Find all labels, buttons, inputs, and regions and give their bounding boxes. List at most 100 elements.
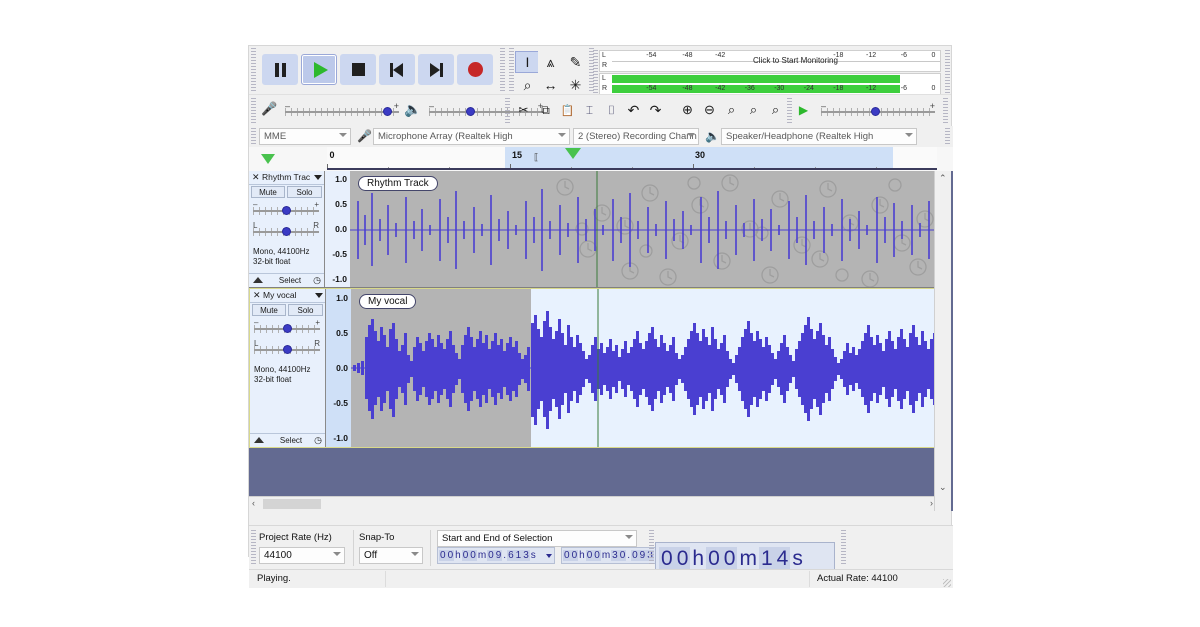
chevron-down-icon	[411, 552, 419, 556]
mute-button[interactable]: Mute	[252, 304, 286, 316]
toolbar-grip[interactable]	[943, 98, 948, 123]
toolbar-grip[interactable]	[251, 128, 256, 144]
toolbar-grip[interactable]	[841, 530, 846, 566]
toolbar-grip[interactable]	[945, 128, 950, 144]
draw-tool-button[interactable]: ✎	[563, 51, 588, 73]
pause-button[interactable]	[262, 54, 298, 85]
collapse-track-icon[interactable]	[254, 437, 264, 443]
scroll-down-icon[interactable]: ⌄	[939, 482, 947, 493]
select-track-button[interactable]: Select	[270, 434, 312, 446]
horizontal-scrollbar[interactable]: ‹ ›	[249, 496, 937, 511]
zoom-in-button[interactable]: ⊕	[677, 100, 698, 120]
zoom-out-button[interactable]: ⊖	[699, 100, 720, 120]
toolbar-grip[interactable]	[251, 98, 256, 123]
redo-button[interactable]: ↷	[645, 100, 666, 120]
slider-thumb[interactable]	[383, 107, 392, 116]
scroll-up-icon[interactable]: ⌃	[939, 173, 947, 184]
project-rate-combo[interactable]: 44100	[259, 547, 345, 564]
audio-host-combo[interactable]: MME	[259, 128, 351, 145]
mute-button[interactable]: Mute	[251, 186, 285, 198]
toolbar-grip[interactable]	[505, 98, 510, 123]
slider-thumb[interactable]	[283, 345, 292, 354]
timeshift-tool-button[interactable]: ↔	[538, 74, 563, 96]
close-track-icon[interactable]: ✕	[252, 172, 260, 183]
record-button[interactable]	[457, 54, 493, 85]
track-menu-chevron-down-icon[interactable]	[314, 175, 322, 180]
track-control-panel[interactable]: ✕ My vocal Mute Solo – + L R Mono, 44100…	[250, 289, 326, 447]
track-pan-slider[interactable]: L R	[254, 339, 320, 358]
toolbar-grip[interactable]	[251, 530, 256, 566]
recording-device-combo[interactable]: Microphone Array (Realtek High	[373, 128, 570, 145]
recording-channels-combo[interactable]: 2 (Stereo) Recording Chann	[573, 128, 699, 145]
undo-button[interactable]: ↶	[623, 100, 644, 120]
copy-button[interactable]: ⧉	[535, 100, 556, 120]
slider-thumb[interactable]	[282, 206, 291, 215]
resize-grip[interactable]	[943, 579, 951, 587]
zoom-tool-button[interactable]: ⌕	[515, 74, 540, 96]
cut-button[interactable]: ✂	[513, 100, 534, 120]
play-button[interactable]	[301, 54, 337, 85]
horizontal-scrollbar-thumb[interactable]	[263, 499, 321, 509]
collapse-track-icon[interactable]	[253, 277, 263, 283]
slider-thumb[interactable]	[466, 107, 475, 116]
track-gain-slider[interactable]: – +	[253, 200, 319, 219]
track-pan-slider[interactable]: L R	[253, 221, 319, 240]
fit-project-button[interactable]: ⌕	[743, 100, 764, 120]
fit-selection-button[interactable]: ⌕	[721, 100, 742, 120]
trim-audio-button[interactable]: ⌶	[579, 100, 600, 120]
playback-device-combo[interactable]: Speaker/Headphone (Realtek High	[721, 128, 917, 145]
clip-title-rhythm-track[interactable]: Rhythm Track	[358, 176, 438, 191]
track-waveform[interactable]: My vocal	[351, 289, 936, 447]
snap-to-combo[interactable]: Off	[359, 547, 423, 564]
skip-to-start-button[interactable]	[379, 54, 415, 85]
recording-meter[interactable]: LR -54 -48 -42 Click to Start Monitoring…	[599, 50, 941, 72]
slider-thumb[interactable]	[282, 227, 291, 236]
selection-mode-combo[interactable]: Start and End of Selection	[437, 530, 637, 547]
skip-to-end-button[interactable]	[418, 54, 454, 85]
toolbar-grip[interactable]	[509, 48, 514, 91]
envelope-tool-button[interactable]: ⩓	[538, 51, 563, 73]
track-gain-slider[interactable]: – +	[254, 318, 320, 337]
track-waveform[interactable]: Rhythm Track	[350, 171, 937, 287]
stop-button[interactable]	[340, 54, 376, 85]
toolbar-grip[interactable]	[593, 50, 598, 93]
close-track-icon[interactable]: ✕	[253, 290, 261, 301]
play-speed-slider[interactable]: – +	[821, 101, 935, 120]
solo-button[interactable]: Solo	[287, 186, 322, 198]
track-title-bar[interactable]: ✕ Rhythm Trac	[249, 171, 324, 185]
timeline-ruler[interactable]: 0 15 30 ⟦	[327, 147, 937, 170]
toolbar-grip[interactable]	[945, 50, 950, 93]
sync-lock-clock-icon[interactable]: ◷	[314, 435, 322, 446]
toolbar-grip[interactable]	[649, 530, 654, 566]
solo-button[interactable]: Solo	[288, 304, 323, 316]
select-track-button[interactable]: Select	[269, 274, 311, 286]
speaker-icon: 🔈	[705, 129, 720, 143]
play-at-speed-button[interactable]: ▶	[793, 100, 814, 120]
mixer-toolbar: 🎤 – + 🔈 – + ✂ ⧉ 📋 ⌶ ⌷ ↶ ↷ ⊕ ⊖ ⌕ ⌕ ⌕ ▶ –	[249, 94, 951, 126]
slider-thumb[interactable]	[283, 324, 292, 333]
toolbar-grip[interactable]	[500, 48, 505, 91]
chevron-down-icon[interactable]	[546, 554, 552, 558]
track-control-panel[interactable]: ✕ Rhythm Trac Mute Solo – + L R Mono, 44…	[249, 171, 325, 287]
playback-meter[interactable]: LR -54 -48 -42 -36 -30 -24 -18 -12 -6 0	[599, 73, 941, 95]
scroll-right-icon[interactable]: ›	[930, 498, 933, 508]
vertical-scrollbar[interactable]: ⌃ ⌄	[934, 171, 951, 511]
toolbar-grip[interactable]	[787, 98, 792, 123]
multi-tool-button[interactable]: ✳	[563, 74, 588, 96]
pinned-play-head-button[interactable]	[255, 149, 281, 168]
slider-thumb[interactable]	[871, 107, 880, 116]
clip-title-my-vocal[interactable]: My vocal	[359, 294, 417, 309]
track-title-bar[interactable]: ✕ My vocal	[250, 289, 325, 303]
track-my-vocal[interactable]: ✕ My vocal Mute Solo – + L R Mono, 44100…	[249, 288, 937, 448]
toolbar-grip[interactable]	[251, 48, 256, 91]
paste-button[interactable]: 📋	[557, 100, 578, 120]
track-menu-chevron-down-icon[interactable]	[315, 293, 323, 298]
sync-lock-clock-icon[interactable]: ◷	[313, 275, 321, 286]
selection-tool-button[interactable]: I	[515, 51, 540, 73]
silence-audio-button[interactable]: ⌷	[601, 100, 622, 120]
zoom-toggle-button[interactable]: ⌕	[765, 100, 786, 120]
scroll-left-icon[interactable]: ‹	[252, 498, 255, 508]
selection-start-time[interactable]: 00h00m09.613s	[437, 547, 555, 564]
track-rhythm-track[interactable]: ✕ Rhythm Trac Mute Solo – + L R Mono, 44…	[249, 171, 937, 288]
recording-volume-slider[interactable]: – +	[285, 101, 399, 120]
